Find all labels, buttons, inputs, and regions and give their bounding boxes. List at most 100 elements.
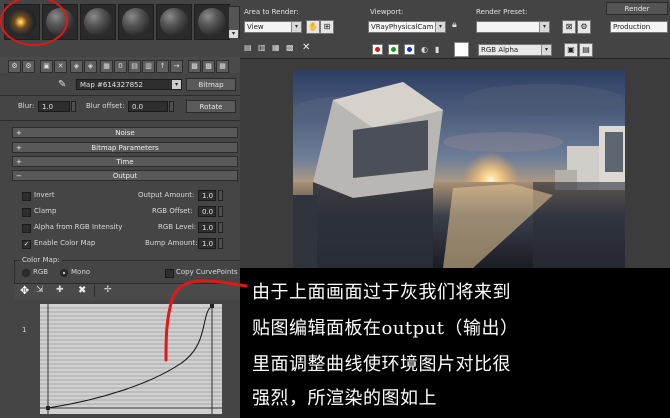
viewport-label: Viewport: xyxy=(370,8,404,16)
show-map-icon[interactable]: ▤ xyxy=(128,60,141,73)
blur-offset-spinner[interactable] xyxy=(169,101,174,112)
swatch-color[interactable] xyxy=(454,42,469,57)
toggle-ui-icon[interactable]: ▤ xyxy=(579,43,593,57)
make-copy-icon[interactable]: ◈ xyxy=(70,60,83,73)
rollout-bitmap-parameters[interactable]: + Bitmap Parameters xyxy=(12,142,238,153)
eyedropper-icon[interactable]: ✎ xyxy=(58,79,66,90)
put-to-scene-icon[interactable]: ⚙ xyxy=(22,60,35,73)
environment-icon[interactable]: ⚙ xyxy=(577,20,591,34)
divider xyxy=(94,285,95,297)
divider xyxy=(0,120,240,121)
mono-radio[interactable] xyxy=(60,269,68,277)
render-preset-label: Render Preset: xyxy=(476,8,528,16)
background-icon[interactable]: ▩ xyxy=(188,60,201,73)
material-sphere xyxy=(160,8,188,36)
rgb-offset-field[interactable]: 0.0 xyxy=(198,206,216,217)
blur-spinner[interactable] xyxy=(71,101,76,112)
go-to-parent-icon[interactable]: ↑ xyxy=(156,60,169,73)
clear-icon[interactable]: ✕ xyxy=(302,42,310,53)
save-image-icon[interactable]: ▤ xyxy=(244,43,252,52)
render-preset-dropdown[interactable]: ▾ xyxy=(476,21,550,33)
map-name-field[interactable]: Map #614327852 xyxy=(76,79,182,90)
invert-label: Invert xyxy=(34,191,55,199)
bump-amount-label: Bump Amount: xyxy=(145,239,198,247)
green-channel-toggle[interactable] xyxy=(388,44,399,55)
lock-icon[interactable]: 🔒︎ xyxy=(452,20,457,30)
reset-curve-icon[interactable]: ✢ xyxy=(104,285,112,295)
material-sphere xyxy=(122,8,150,36)
print-icon[interactable]: ▩ xyxy=(286,43,294,52)
rollout-label: Output xyxy=(112,172,138,180)
chevron-down-icon[interactable]: ▾ xyxy=(229,30,238,38)
rotate-button[interactable]: Rotate xyxy=(186,100,236,113)
auto-region-icon[interactable]: ⊞ xyxy=(320,20,334,34)
assign-material-icon[interactable]: ▣ xyxy=(40,60,53,73)
blur-offset-field[interactable]: 0.0 xyxy=(128,101,168,112)
move-point-icon[interactable]: ✥ xyxy=(20,284,29,297)
bump-amount-spinner[interactable] xyxy=(218,238,223,249)
clone-frame-icon[interactable]: ▦ xyxy=(272,43,280,52)
delete-point-icon[interactable]: ✖ xyxy=(78,285,86,296)
enable-color-map-checkbox[interactable]: ✓ xyxy=(22,240,31,249)
area-to-render-dropdown[interactable]: View ▾ xyxy=(244,21,302,33)
rgb-level-field[interactable]: 1.0 xyxy=(198,222,216,233)
rollout-label: Bitmap Parameters xyxy=(91,144,159,152)
scale-point-icon[interactable]: ⇲ xyxy=(36,285,44,295)
sample-uv-icon[interactable]: ▦ xyxy=(216,60,229,73)
toggle-ui-overlay-icon[interactable]: ▣ xyxy=(564,43,578,57)
blue-channel-toggle[interactable] xyxy=(404,44,415,55)
divider xyxy=(0,95,240,96)
make-unique-icon[interactable]: ◈ xyxy=(84,60,97,73)
alpha-from-rgb-label: Alpha from RGB Intensity xyxy=(34,223,123,231)
rgb-level-spinner[interactable] xyxy=(218,222,223,233)
rgb-radio[interactable] xyxy=(22,269,30,277)
reset-map-icon[interactable]: ✕ xyxy=(54,60,67,73)
get-material-icon[interactable]: ⚙ xyxy=(8,60,21,73)
clamp-checkbox[interactable] xyxy=(22,208,31,217)
annotation-arrow xyxy=(164,279,248,362)
alpha-from-rgb-checkbox[interactable] xyxy=(22,224,31,233)
clamp-label: Clamp xyxy=(34,207,57,215)
output-amount-label: Output Amount: xyxy=(138,191,195,199)
rollout-noise[interactable]: + Noise xyxy=(12,127,238,138)
rgb-radio-label: RGB xyxy=(33,268,49,276)
monochrome-icon[interactable]: ▮ xyxy=(435,45,439,54)
material-slot-5[interactable] xyxy=(156,4,192,40)
output-amount-field[interactable]: 1.0 xyxy=(198,190,216,201)
material-slot-6[interactable] xyxy=(194,4,230,40)
caption-line-1: 由于上面画面过于灰我们将来到 xyxy=(252,282,511,303)
viewport-value: VRayPhysicalCam xyxy=(371,23,434,31)
blur-field[interactable]: 1.0 xyxy=(38,101,70,112)
production-dropdown[interactable]: Production xyxy=(610,21,668,33)
map-name-value: Map #614327852 xyxy=(80,81,143,89)
rollout-output[interactable]: − Output xyxy=(12,170,238,181)
backlight-icon[interactable]: ▩ xyxy=(202,60,215,73)
material-slot-3[interactable] xyxy=(80,4,116,40)
red-channel-toggle[interactable] xyxy=(372,44,383,55)
insert-point-icon[interactable]: ✚ xyxy=(56,285,64,295)
alpha-channel-icon[interactable]: ◐ xyxy=(421,45,428,54)
bump-amount-field[interactable]: 1.0 xyxy=(198,238,216,249)
show-end-result-icon[interactable]: ▥ xyxy=(142,60,155,73)
render-setup-icon[interactable]: ⊠ xyxy=(562,20,576,34)
channel-display-dropdown[interactable]: RGB Alpha ▾ xyxy=(478,44,552,56)
material-sphere xyxy=(198,8,226,36)
material-slot-4[interactable] xyxy=(118,4,154,40)
chevron-down-icon[interactable]: ▾ xyxy=(172,80,181,89)
material-id-icon[interactable]: 0 xyxy=(114,60,127,73)
render-button[interactable]: Render xyxy=(606,2,668,15)
go-forward-icon[interactable]: → xyxy=(170,60,183,73)
curve-point-start[interactable] xyxy=(46,406,50,410)
blue-channel-dot xyxy=(407,47,412,52)
copy-image-icon[interactable]: ▥ xyxy=(258,43,266,52)
color-map-group-label: Color Map: xyxy=(20,256,62,264)
output-amount-spinner[interactable] xyxy=(218,190,223,201)
viewport-dropdown[interactable]: VRayPhysicalCam ▾ xyxy=(368,21,446,33)
put-to-library-icon[interactable]: ▦ xyxy=(100,60,113,73)
rgb-offset-spinner[interactable] xyxy=(218,206,223,217)
invert-checkbox[interactable] xyxy=(22,192,31,201)
chevron-down-icon: ▾ xyxy=(539,22,549,32)
edit-region-icon[interactable]: ✋ xyxy=(306,20,320,34)
rollout-time[interactable]: + Time xyxy=(12,156,238,167)
map-type-button[interactable]: Bitmap xyxy=(186,78,236,91)
